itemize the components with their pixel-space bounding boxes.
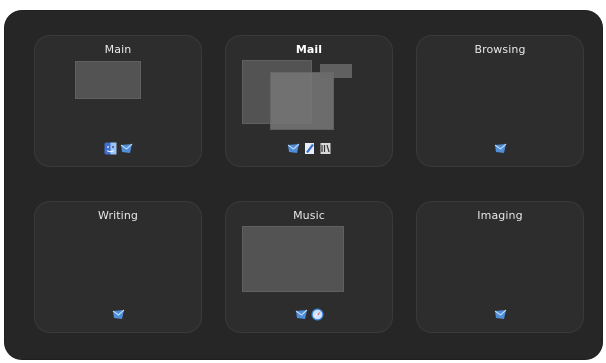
space-title: Imaging [477,209,523,222]
space-app-icons [35,142,201,156]
space-music[interactable]: Music [225,201,393,333]
space-title: Mail [295,43,323,56]
window-thumbnail[interactable] [75,61,141,99]
script-editor-icon [320,143,330,154]
mail-app-icon [287,143,299,153]
space-title: Browsing [474,43,526,56]
spaces-overview-panel: Main Mail Browsing Writing Music Imaging [4,10,603,360]
space-imaging[interactable]: Imaging [416,201,584,333]
finder-icon [104,142,116,155]
space-mail[interactable]: Mail [225,35,393,167]
safari-icon [311,308,323,321]
mail-app-icon [494,143,506,153]
mail-app-icon [494,309,506,319]
space-app-icons [35,308,201,322]
space-app-icons [226,308,392,322]
space-main[interactable]: Main [34,35,202,167]
window-thumbnail[interactable] [320,64,352,78]
space-browsing[interactable]: Browsing [416,35,584,167]
space-title: Writing [98,209,138,222]
mail-app-icon [120,143,132,153]
textedit-icon [304,143,314,154]
window-thumbnail[interactable] [242,226,344,292]
space-app-icons [417,308,583,322]
space-app-icons [226,142,392,156]
window-thumbnail[interactable] [270,72,334,130]
mail-app-icon [112,309,124,319]
space-app-icons [417,142,583,156]
space-title: Music [293,209,325,222]
space-writing[interactable]: Writing [34,201,202,333]
space-title: Main [104,43,132,56]
mail-app-icon [295,309,307,319]
